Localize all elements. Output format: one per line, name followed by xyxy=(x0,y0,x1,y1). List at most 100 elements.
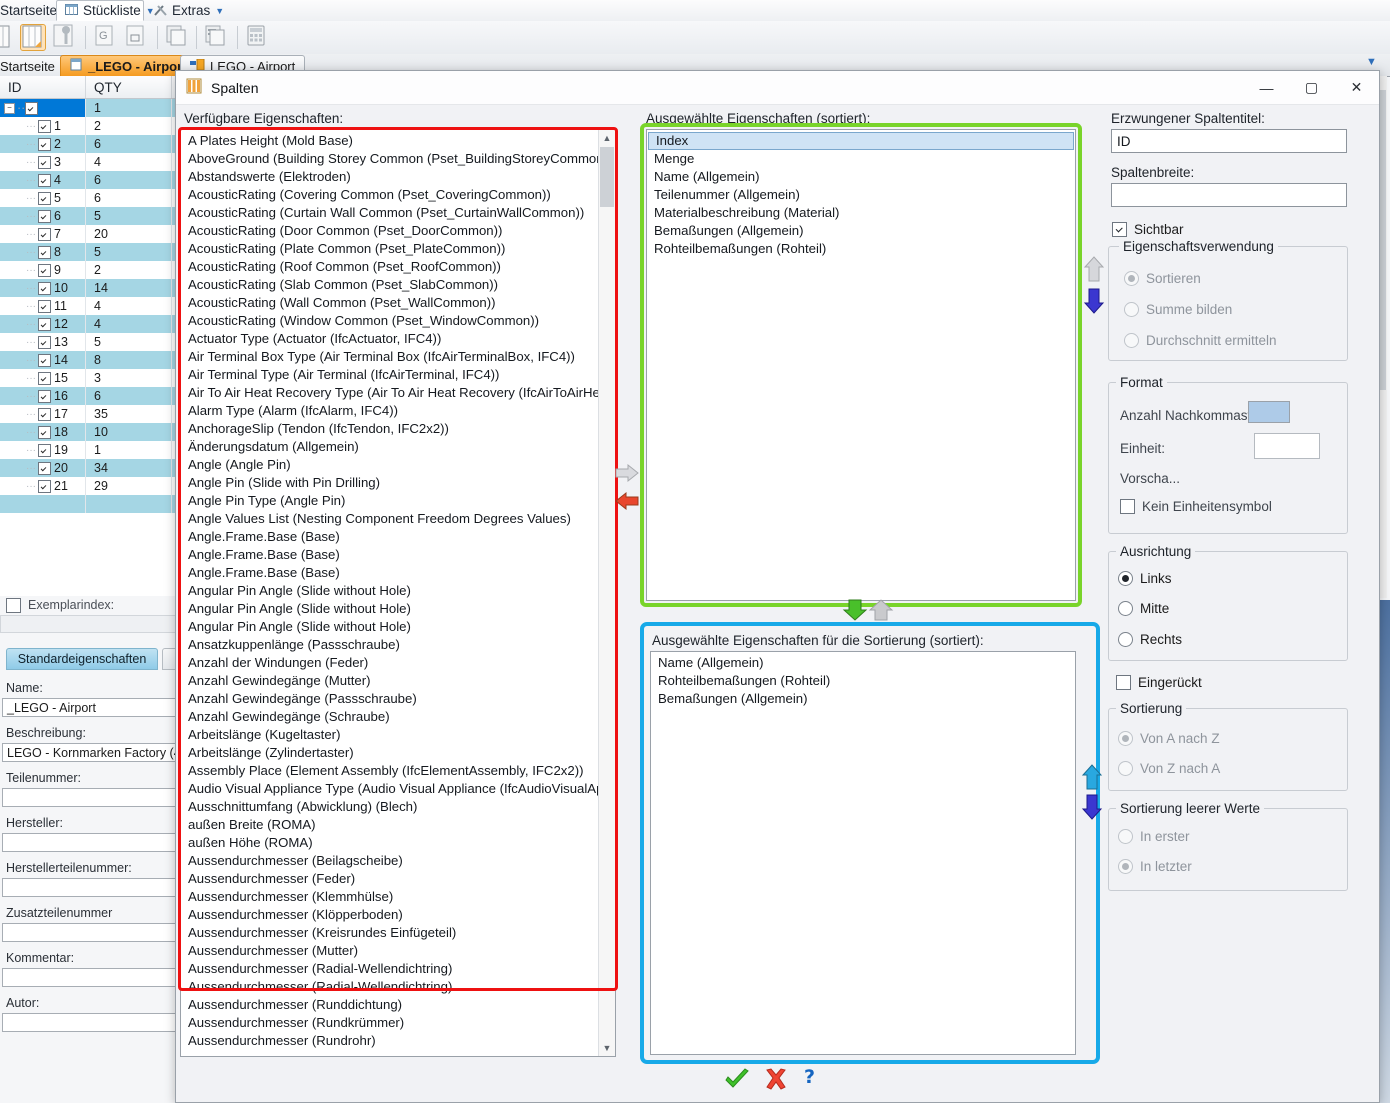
list-item[interactable]: Rohteilbemaßungen (Rohteil) xyxy=(651,672,1075,690)
exemplarindex-checkbox[interactable] xyxy=(6,597,21,613)
list-item[interactable]: Angle.Frame.Base (Base) xyxy=(181,564,615,582)
list-item[interactable]: AcousticRating (Wall Common (Pset_WallCo… xyxy=(181,294,615,312)
row-checkbox[interactable] xyxy=(38,389,51,403)
usage-option-durchschnitt[interactable]: Durchschnitt ermitteln xyxy=(1124,333,1277,348)
row-checkbox[interactable] xyxy=(38,173,51,187)
column-title-input[interactable]: ID xyxy=(1111,129,1347,153)
add-property-button[interactable] xyxy=(614,463,640,486)
list-item[interactable]: Anzahl Gewindegänge (Passschraube) xyxy=(181,690,615,708)
row-checkbox[interactable] xyxy=(38,191,51,205)
toolbar-button-chart-page[interactable] xyxy=(204,24,230,51)
list-item[interactable]: Audio Visual Appliance Type (Audio Visua… xyxy=(181,780,615,798)
list-item[interactable]: Air Terminal Type (Air Terminal (IfcAirT… xyxy=(181,366,615,384)
row-checkbox[interactable] xyxy=(38,299,51,313)
field-input-7[interactable] xyxy=(2,1013,178,1032)
field-input-0[interactable]: _LEGO - Airport xyxy=(2,698,178,717)
list-item[interactable]: Ausschnittumfang (Abwicklung) (Blech) xyxy=(181,798,615,816)
list-item[interactable]: Air To Air Heat Recovery Type (Air To Ai… xyxy=(181,384,615,402)
list-item[interactable]: Aussendurchmesser (Feder) xyxy=(181,870,615,888)
unit-input[interactable] xyxy=(1254,433,1320,459)
usage-option-summe[interactable]: Summe bilden xyxy=(1124,302,1232,317)
list-item[interactable]: AcousticRating (Plate Common (Pset_Plate… xyxy=(181,240,615,258)
row-checkbox[interactable] xyxy=(38,479,51,493)
row-checkbox[interactable] xyxy=(38,371,51,385)
list-item[interactable]: Name (Allgemein) xyxy=(647,168,1075,186)
list-item[interactable]: AcousticRating (Door Common (Pset_DoorCo… xyxy=(181,222,615,240)
toolbar-button-bom-edit[interactable] xyxy=(52,24,78,51)
list-item[interactable]: Air Terminal Box Type (Air Terminal Box … xyxy=(181,348,615,366)
indented-row[interactable]: Eingerückt xyxy=(1116,675,1202,690)
alignment-option-links[interactable]: Links xyxy=(1118,571,1172,586)
row-checkbox[interactable] xyxy=(38,245,51,259)
exemplarindex-row[interactable]: Exemplarindex: xyxy=(0,596,178,614)
toolbar-button-0[interactable] xyxy=(0,24,14,51)
toolbar-button-import[interactable]: G xyxy=(93,24,119,51)
ribbon-tab-stueckliste[interactable]: Stückliste ▼ xyxy=(56,0,155,21)
list-item[interactable]: AcousticRating (Roof Common (Pset_RoofCo… xyxy=(181,258,615,276)
available-list-scrollbar[interactable]: ▲ ▼ xyxy=(598,130,615,1056)
list-item[interactable]: außen Breite (ROMA) xyxy=(181,816,615,834)
list-item[interactable]: Angular Pin Angle (Slide without Hole) xyxy=(181,600,615,618)
list-item[interactable]: Menge xyxy=(647,150,1075,168)
row-checkbox[interactable] xyxy=(38,155,51,169)
doc-tab-startseite[interactable]: Startseite xyxy=(0,55,65,76)
tab-standardeigenschaften[interactable]: Standardeigenschaften xyxy=(6,648,158,670)
alignment-option-rechts[interactable]: Rechts xyxy=(1118,632,1182,647)
list-item[interactable]: AboveGround (Building Storey Common (Pse… xyxy=(181,150,615,168)
list-item[interactable]: Angle.Frame.Base (Base) xyxy=(181,528,615,546)
chevron-down-icon[interactable]: ▼ xyxy=(215,6,224,16)
scroll-up-arrow-icon[interactable]: ▲ xyxy=(599,130,615,146)
row-checkbox[interactable] xyxy=(25,101,39,115)
row-checkbox[interactable] xyxy=(38,335,51,349)
list-item[interactable]: Aussendurchmesser (Runddichtung) xyxy=(181,996,615,1014)
field-input-3[interactable] xyxy=(2,833,178,852)
list-item[interactable]: außen Höhe (ROMA) xyxy=(181,834,615,852)
list-item[interactable]: Bemaßungen (Allgemein) xyxy=(647,222,1075,240)
field-input-2[interactable] xyxy=(2,788,178,807)
list-item[interactable]: AcousticRating (Curtain Wall Common (Pse… xyxy=(181,204,615,222)
field-input-1[interactable]: LEGO - Kornmarken Factory (40 xyxy=(2,743,178,762)
list-item[interactable]: Änderungsdatum (Allgemein) xyxy=(181,438,615,456)
ok-button[interactable] xyxy=(724,1068,750,1094)
row-checkbox[interactable] xyxy=(38,353,51,367)
list-item[interactable]: Actuator Type (Actuator (IfcActuator, IF… xyxy=(181,330,615,348)
list-item[interactable]: Aussendurchmesser (Mutter) xyxy=(181,942,615,960)
list-item[interactable]: AnchorageSlip (Tendon (IfcTendon, IFC2x2… xyxy=(181,420,615,438)
no-unit-symbol-checkbox[interactable] xyxy=(1120,499,1135,514)
list-item[interactable]: Aussendurchmesser (Radial-Wellendichtrin… xyxy=(181,978,615,996)
no-unit-symbol-row[interactable]: Kein Einheitensymbol xyxy=(1120,499,1272,514)
row-checkbox[interactable] xyxy=(38,281,51,295)
visible-checkbox[interactable] xyxy=(1112,222,1127,237)
list-item[interactable]: Assembly Place (Element Assembly (IfcEle… xyxy=(181,762,615,780)
alignment-option-mitte[interactable]: Mitte xyxy=(1118,601,1169,616)
list-item[interactable]: Angle (Angle Pin) xyxy=(181,456,615,474)
row-checkbox[interactable] xyxy=(38,425,51,439)
sorting-properties-list[interactable]: Name (Allgemein) Rohteilbemaßungen (Rohte… xyxy=(650,651,1076,1055)
move-sorting-up-button[interactable] xyxy=(1081,763,1103,794)
close-button[interactable]: ✕ xyxy=(1334,71,1379,104)
usage-option-sortieren[interactable]: Sortieren xyxy=(1124,271,1201,286)
row-checkbox[interactable] xyxy=(38,317,51,331)
move-property-up-button[interactable] xyxy=(1083,255,1105,286)
list-item[interactable]: Aussendurchmesser (Klemmhülse) xyxy=(181,888,615,906)
help-button[interactable]: ? xyxy=(802,1066,820,1095)
row-checkbox[interactable] xyxy=(38,119,51,133)
grid-column-id[interactable]: ID xyxy=(0,76,86,98)
list-item[interactable]: Name (Allgemein) xyxy=(651,654,1075,672)
list-item[interactable]: AcousticRating (Window Common (Pset_Wind… xyxy=(181,312,615,330)
minimize-button[interactable]: — xyxy=(1244,71,1289,104)
list-item[interactable]: Aussendurchmesser (Kreisrundes Einfügete… xyxy=(181,924,615,942)
list-item[interactable]: Abstandswerte (Elektroden) xyxy=(181,168,615,186)
available-scroll-thumb[interactable] xyxy=(600,147,614,207)
list-item[interactable]: Rohteilbemaßungen (Rohteil) xyxy=(647,240,1075,258)
list-item[interactable]: Bemaßungen (Allgemein) xyxy=(651,690,1075,708)
selected-properties-list[interactable]: Index Menge Name (Allgemein) Teilenummer (A… xyxy=(646,129,1076,601)
move-sorting-down-button[interactable] xyxy=(1081,793,1103,824)
move-property-down-button[interactable] xyxy=(1083,287,1105,318)
list-item[interactable]: Angle Values List (Nesting Component Fre… xyxy=(181,510,615,528)
list-item[interactable]: Angle.Frame.Base (Base) xyxy=(181,546,615,564)
ribbon-tab-extras[interactable]: Extras ▼ xyxy=(146,0,228,21)
available-properties-list[interactable]: A Plates Height (Mold Base) AboveGround (… xyxy=(180,129,616,1057)
list-item[interactable]: Aussendurchmesser (Beilagscheibe) xyxy=(181,852,615,870)
dialog-title-bar[interactable]: Spalten — ▢ ✕ xyxy=(176,71,1379,105)
